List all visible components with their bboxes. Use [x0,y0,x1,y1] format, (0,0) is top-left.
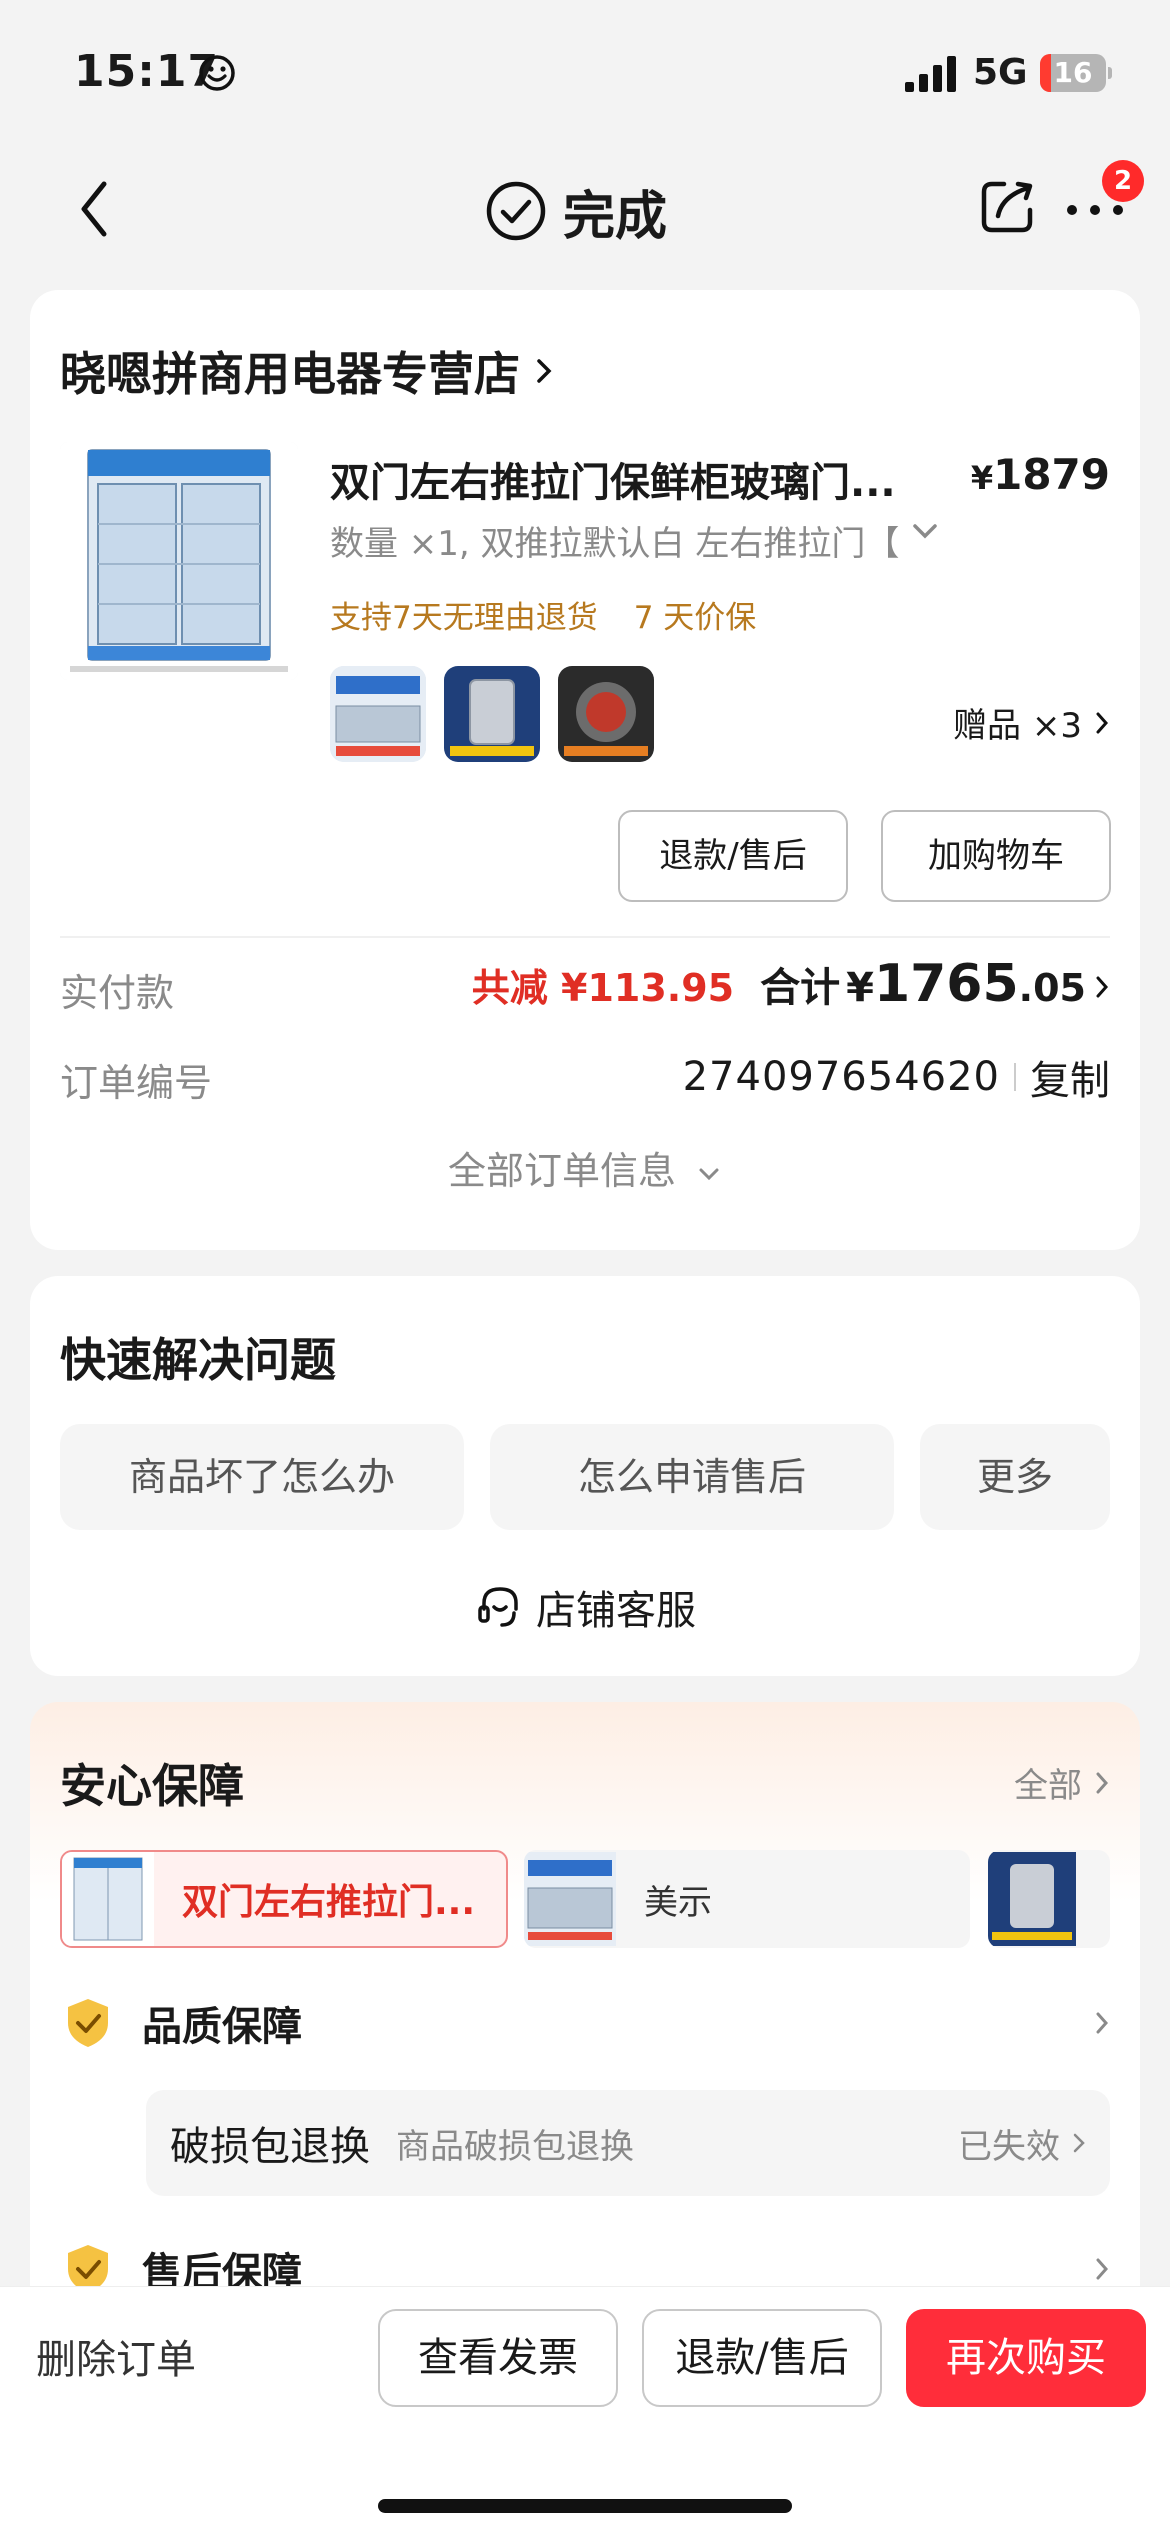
chevron-down-icon [699,1168,719,1180]
gift-thumbnails[interactable] [330,666,654,762]
paid-label: 实付款 [60,971,175,1015]
shop-name: 晓嗯拼商用电器专营店 [60,347,520,401]
guarantee-tab-label: 美示 [644,1882,712,1923]
chevron-down-icon[interactable] [910,520,940,542]
product-image[interactable] [60,442,298,680]
gift-count: 赠品 ×3 [953,706,1082,746]
chevron-right-icon [1096,2258,1109,2280]
order-card: 晓嗯拼商用电器专营店 双门左右推拉门保鲜柜玻璃门... ¥1879 数量 ×1,… [30,290,1140,1250]
chevron-right-icon [537,359,552,383]
battery-icon: 16 [1040,54,1112,92]
damage-return-item[interactable]: 破损包退换 商品破损包退换 已失效 [146,2090,1110,2196]
price-value: 1879 [993,450,1110,499]
gift-image[interactable] [558,666,654,762]
order-number: 274097654620 [682,1054,1000,1100]
notification-badge: 2 [1102,160,1144,202]
page-title-group: 完成 [485,176,668,247]
check-circle-icon [486,181,546,241]
price-currency: ¥ [970,459,994,497]
view-invoice-button[interactable]: 查看发票 [378,2309,618,2407]
status-bar: 15:17 5G 16 [0,0,1170,140]
gift-image[interactable] [444,666,540,762]
damage-return-status: 已失效 [958,2126,1060,2167]
gift-thumbnail [988,1852,1076,1946]
damage-return-desc: 商品破损包退换 [396,2126,634,2167]
service-promises: 支持7天无理由退货 7 天价保 [330,592,756,637]
refund-aftersale-button[interactable]: 退款/售后 [642,2309,882,2407]
guarantee-all-label: 全部 [1014,1766,1082,1806]
discount-amount: 共减 ¥113.95 [471,966,735,1010]
order-number-row: 274097654620 复制 [683,1048,1110,1106]
guarantee-tab-gift[interactable]: 美示 [524,1850,970,1948]
payment-summary[interactable]: 共减 ¥113.95 合计 ¥ 1765 .05 [472,954,1110,1014]
chevron-right-icon [1096,1772,1109,1793]
chevron-right-icon [1096,2012,1109,2034]
total-currency: ¥ [846,965,874,1011]
total-integer: 1765 [873,954,1019,1014]
all-order-info-label: 全部订单信息 [447,1149,676,1193]
gift-image[interactable] [330,666,426,762]
chevron-right-icon [1096,712,1109,733]
product-price: ¥1879 [971,450,1110,499]
quick-more-button[interactable]: 更多 [920,1424,1110,1530]
chevron-right-icon [1073,2133,1085,2153]
all-order-info-toggle[interactable]: 全部订单信息 [30,1140,1140,1195]
buy-again-button[interactable]: 再次购买 [906,2309,1146,2407]
guarantee-tab-product[interactable]: 双门左右推拉门... [60,1850,508,1948]
add-to-cart-button[interactable]: 加购物车 [881,810,1111,902]
price-protect-promise: 7 天价保 [633,600,757,636]
guarantee-tab-label: 双门左右推拉门... [182,1882,476,1923]
signal-icon [905,56,956,92]
total-label: 合计 [760,965,841,1011]
divider [60,936,1110,938]
product-thumbnail [62,1852,154,1946]
product-spec[interactable]: 数量 ×1, 双推拉默认白 左右推拉门【 [330,516,970,565]
guarantee-tab-gift-2[interactable] [988,1850,1110,1948]
copy-button[interactable]: 复制 [1030,1048,1110,1106]
quick-solve-card: 快速解决问题 商品坏了怎么办 怎么申请售后 更多 店铺客服 [30,1276,1140,1676]
shop-service-link[interactable]: 店铺客服 [30,1578,1140,1636]
gift-count-link[interactable]: 赠品 ×3 [953,698,1110,747]
home-indicator[interactable] [378,2499,792,2513]
battery-percent: 16 [1053,56,1093,89]
quick-broken-button[interactable]: 商品坏了怎么办 [60,1424,464,1530]
quick-solve-title: 快速解决问题 [60,1333,336,1387]
guarantee-title: 安心保障 [60,1759,244,1813]
damage-return-name: 破损包退换 [170,2124,370,2170]
delete-order-button[interactable]: 删除订单 [36,2327,196,2385]
headset-icon [478,1587,518,1627]
share-icon[interactable] [978,176,1038,236]
chevron-right-icon [1096,976,1109,998]
shop-link[interactable]: 晓嗯拼商用电器专营店 [60,338,554,404]
product-title[interactable]: 双门左右推拉门保鲜柜玻璃门... [330,450,930,508]
nav-bar: 完成 2 [0,150,1170,270]
return-promise: 支持7天无理由退货 [330,600,598,636]
quality-guarantee-title: 品质保障 [142,2004,302,2050]
separator [1014,1063,1016,1091]
shop-service-label: 店铺客服 [536,1588,696,1634]
quick-aftersale-button[interactable]: 怎么申请售后 [490,1424,894,1530]
total-decimal: .05 [1018,966,1086,1010]
page-title: 完成 [563,186,668,247]
quality-guarantee-row[interactable]: 品质保障 [60,1988,1110,2058]
order-number-label: 订单编号 [60,1061,213,1105]
shield-check-icon [68,1999,108,2047]
bottom-action-bar: 删除订单 查看发票 退款/售后 再次购买 [0,2286,1170,2532]
smiley-icon [199,55,235,91]
network-label: 5G [973,52,1028,93]
guarantee-all-link[interactable]: 全部 [1014,1758,1110,1807]
back-arrow-icon[interactable] [70,174,120,244]
refund-button[interactable]: 退款/售后 [618,810,848,902]
gift-thumbnail [524,1852,616,1946]
